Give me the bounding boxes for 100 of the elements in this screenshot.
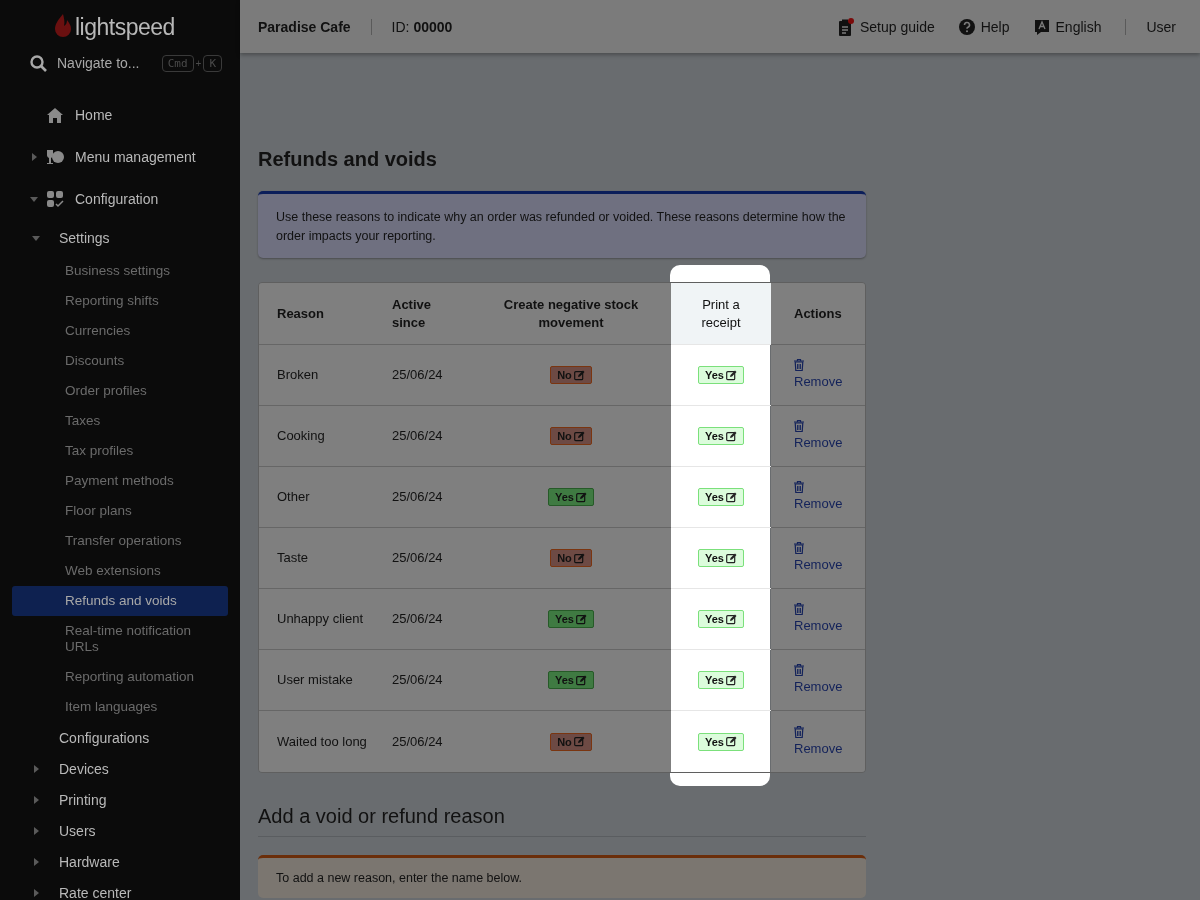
nav-item[interactable]: Configuration: [75, 191, 159, 207]
toggle-badge[interactable]: No: [550, 732, 592, 751]
caret-down-icon[interactable]: [32, 234, 40, 242]
edit-icon: [726, 552, 737, 564]
toggle-badge[interactable]: Yes: [698, 488, 744, 506]
edit-icon: [726, 613, 737, 625]
translate-icon[interactable]: [1033, 18, 1050, 35]
toggle-badge[interactable]: No: [550, 366, 592, 384]
nav-subitem[interactable]: Reporting shifts: [12, 286, 228, 316]
table-cell: Broken: [277, 366, 319, 384]
edit-icon: [573, 736, 585, 747]
nav-item[interactable]: Rate center: [59, 884, 132, 900]
table-cell: 25/06/24: [392, 549, 443, 567]
nav-item[interactable]: Menu management: [75, 149, 196, 165]
nav-item[interactable]: Devices: [59, 760, 109, 777]
table-cell: 25/06/24: [392, 488, 443, 506]
caret-right-icon[interactable]: [32, 826, 40, 835]
toggle-badge[interactable]: Yes: [698, 610, 744, 628]
toggle-badge[interactable]: Yes: [698, 549, 744, 567]
caret-down-icon[interactable]: [30, 195, 38, 203]
nav-subitem[interactable]: Discounts: [12, 346, 228, 376]
column-header: Create negative stock movement: [471, 283, 671, 345]
help-icon[interactable]: [958, 18, 975, 35]
setup-guide-link[interactable]: Setup guide: [860, 18, 935, 35]
edit-icon: [726, 736, 737, 747]
nav-item[interactable]: Users: [59, 822, 96, 839]
edit-icon: [726, 491, 737, 503]
toggle-badge[interactable]: No: [550, 549, 592, 567]
nav-subitem[interactable]: Real-time notification URLs: [12, 616, 228, 662]
nav-subitem[interactable]: Taxes: [12, 406, 228, 436]
home-icon: [47, 107, 63, 123]
remove-link[interactable]: Remove: [794, 739, 843, 758]
logo-text: lightspeed: [75, 13, 175, 41]
toggle-badge[interactable]: Yes: [698, 671, 744, 689]
plus-sign: +: [195, 57, 202, 69]
user-menu[interactable]: User: [1146, 18, 1176, 35]
nav-subitem[interactable]: Web extensions: [12, 556, 228, 586]
search-field[interactable]: Navigate to...: [57, 55, 152, 71]
nav-item[interactable]: Hardware: [59, 853, 120, 870]
table-cell: 25/06/24: [392, 427, 443, 445]
caret-right-icon[interactable]: [32, 888, 40, 897]
key-cap: K: [203, 54, 222, 72]
toggle-badge[interactable]: Yes: [698, 427, 744, 445]
remove-link[interactable]: Remove: [794, 373, 843, 391]
help-link[interactable]: Help: [980, 18, 1010, 35]
info-banner: To add a new reason, enter the name below.: [258, 855, 866, 898]
trash-icon[interactable]: [794, 603, 804, 615]
toggle-badge[interactable]: Yes: [698, 366, 744, 384]
edit-icon: [726, 430, 737, 442]
nav-subitem[interactable]: Currencies: [12, 316, 228, 346]
nav-subitem[interactable]: Tax profiles: [12, 436, 228, 466]
remove-link[interactable]: Remove: [794, 495, 843, 513]
nav-subitem[interactable]: Refunds and voids: [12, 586, 228, 616]
trash-icon[interactable]: [794, 542, 804, 554]
remove-link[interactable]: Remove: [794, 678, 843, 696]
toggle-badge[interactable]: Yes: [548, 488, 594, 506]
column-header: Active since: [377, 283, 471, 345]
trash-icon[interactable]: [794, 420, 804, 432]
caret-right-icon[interactable]: [32, 764, 40, 773]
table-cell: 25/06/24: [392, 671, 443, 689]
page-title: Refunds and voids: [258, 148, 438, 171]
remove-link[interactable]: Remove: [794, 556, 843, 574]
nav-subitem[interactable]: Reporting automation: [12, 662, 228, 692]
info-banner: Use these reasons to indicate why an order was refunded or voided. These reasons determine how the order impacts your reporting.: [258, 191, 866, 258]
edit-icon: [573, 430, 585, 442]
nav-subitem[interactable]: Business settings: [12, 256, 228, 286]
table-cell: Taste: [277, 549, 309, 567]
column-header: Print a receipt: [671, 283, 771, 345]
table-cell: Waited too long: [277, 732, 367, 751]
trash-icon[interactable]: [794, 481, 804, 493]
remove-link[interactable]: Remove: [794, 434, 843, 452]
nav-subitem[interactable]: Item languages: [12, 692, 228, 722]
edit-icon: [576, 491, 587, 503]
table-cell: 25/06/24: [392, 366, 443, 384]
table-cell: User mistake: [277, 671, 353, 689]
caret-right-icon[interactable]: [30, 153, 38, 161]
nav-item[interactable]: Printing: [59, 791, 107, 808]
table-cell: Unhappy client: [277, 610, 363, 628]
toggle-badge[interactable]: Yes: [548, 671, 594, 689]
edit-icon: [576, 613, 587, 625]
trash-icon[interactable]: [794, 725, 804, 738]
grid-icon: [47, 190, 64, 208]
language-selector[interactable]: English: [1055, 18, 1102, 35]
trash-icon[interactable]: [794, 664, 804, 676]
trash-icon[interactable]: [794, 359, 804, 371]
nav-subitem[interactable]: Payment methods: [12, 466, 228, 496]
remove-link[interactable]: Remove: [794, 617, 843, 635]
nav-item[interactable]: Home: [75, 107, 113, 123]
edit-icon: [726, 369, 737, 381]
caret-right-icon[interactable]: [32, 795, 40, 804]
nav-subitem[interactable]: Floor plans: [12, 496, 228, 526]
search-icon: [30, 54, 47, 72]
toggle-badge[interactable]: Yes: [548, 610, 594, 628]
nav-subitem[interactable]: Order profiles: [12, 376, 228, 406]
nav-subitem[interactable]: Transfer operations: [12, 526, 228, 556]
nav-item[interactable]: Settings: [59, 230, 110, 246]
nav-item[interactable]: Configurations: [59, 729, 150, 746]
toggle-badge[interactable]: No: [550, 427, 592, 445]
clipboard-icon[interactable]: [838, 17, 854, 36]
caret-right-icon[interactable]: [32, 857, 40, 866]
